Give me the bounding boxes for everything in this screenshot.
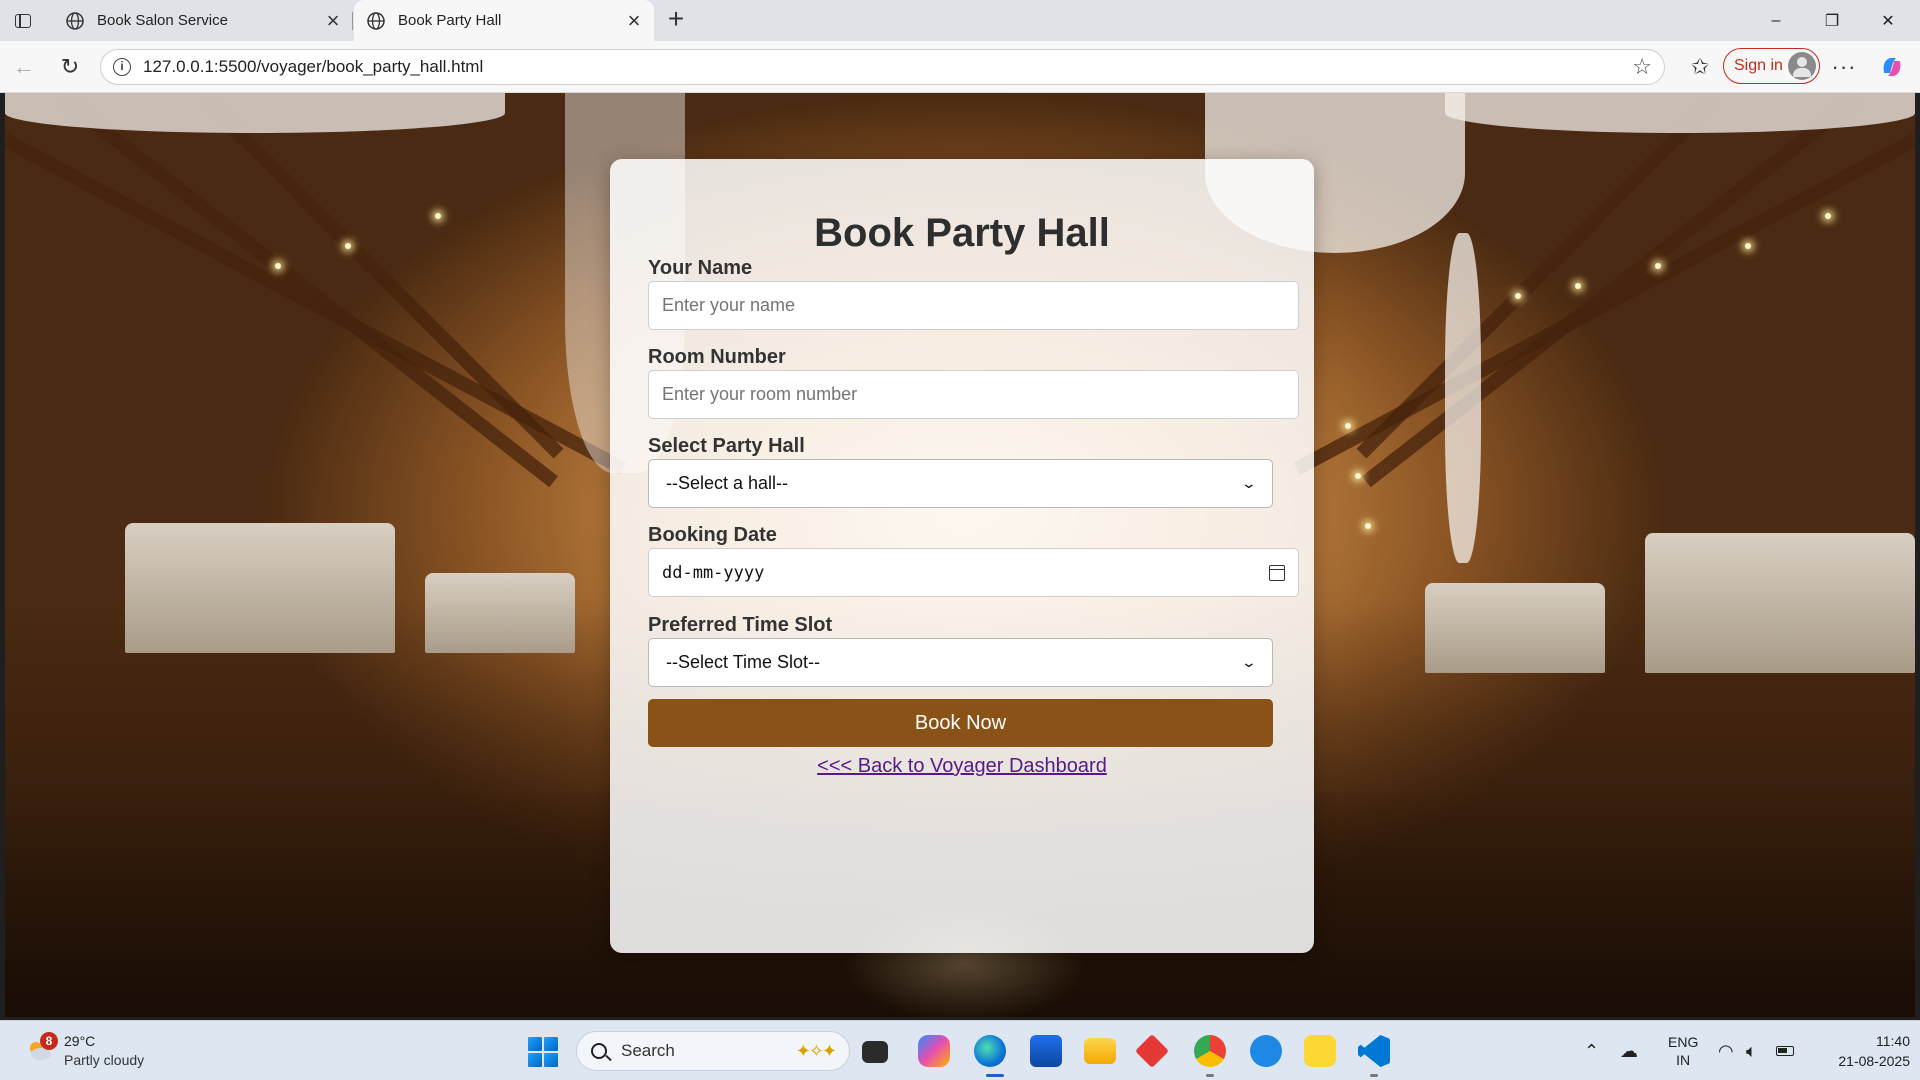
minimize-button[interactable]: – (1748, 0, 1804, 41)
refresh-icon[interactable]: ↻ (54, 51, 86, 83)
name-label: Your Name (648, 257, 753, 279)
maximize-button[interactable]: ❐ (1804, 0, 1860, 41)
sign-in-label: Sign in (1734, 57, 1783, 74)
file-explorer-icon[interactable] (1084, 1038, 1116, 1064)
globe-icon (66, 11, 84, 30)
search-label: Search (621, 1041, 675, 1060)
weather-temperature: 29°C (64, 1033, 96, 1049)
favorites-icon[interactable]: ✩ (1684, 51, 1716, 83)
calendar-icon[interactable] (1269, 564, 1285, 581)
tab-actions-icon[interactable] (12, 10, 36, 32)
battery-icon[interactable] (1776, 1021, 1794, 1080)
task-view-icon[interactable] (862, 1041, 888, 1063)
running-app-indicator (1370, 1074, 1378, 1077)
clock-date: 21-08-2025 (1838, 1053, 1910, 1069)
sparkle-icon: ✦✧✦ (795, 1040, 837, 1061)
weather-widget[interactable]: 8 29°C Partly cloudy (22, 1031, 182, 1071)
address-bar[interactable]: i 127.0.0.1:5500/voyager/book_party_hall… (100, 49, 1665, 85)
booking-form-card: Book Party Hall Your Name Enter your nam… (610, 159, 1314, 953)
chrome-icon[interactable] (1194, 1035, 1226, 1067)
language-indicator[interactable]: ENG IN (1668, 1021, 1698, 1080)
running-app-indicator (1206, 1074, 1214, 1077)
onedrive-icon[interactable]: ☁ (1620, 1021, 1638, 1080)
tab-separator (352, 12, 353, 30)
show-hidden-icons-chevron-icon[interactable]: ⌃ (1584, 1021, 1599, 1080)
app-red-icon[interactable] (1135, 1034, 1169, 1068)
time-slot-selected: --Select Time Slot-- (666, 652, 821, 672)
system-clock[interactable]: 11:40 21-08-2025 (1810, 1031, 1910, 1071)
new-tab-button[interactable]: + (662, 5, 690, 34)
edge-icon[interactable] (974, 1035, 1006, 1067)
language-line1: ENG (1668, 1034, 1699, 1050)
copilot-app-icon[interactable] (918, 1035, 950, 1067)
page-title: Book Party Hall (814, 211, 1110, 255)
back-to-dashboard-link[interactable]: <<< Back to Voyager Dashboard (610, 755, 1314, 778)
party-hall-label: Select Party Hall (648, 435, 805, 457)
search-icon (591, 1043, 607, 1059)
book-now-button[interactable]: Book Now (648, 699, 1273, 747)
clock-time: 11:40 (1876, 1033, 1910, 1049)
party-hall-select[interactable]: --Select a hall-- ⌄ (648, 459, 1273, 508)
booking-date-value: dd-mm-yyyy (662, 562, 765, 583)
language-line2: IN (1676, 1052, 1691, 1068)
volume-icon[interactable]: 🔈︎ (1746, 1021, 1757, 1080)
app-yellow-p-icon[interactable] (1304, 1035, 1336, 1067)
url-text: 127.0.0.1:5500/voyager/book_party_hall.h… (143, 57, 484, 76)
weather-condition: Partly cloudy (64, 1052, 145, 1068)
back-arrow-icon[interactable]: ← (8, 51, 40, 83)
room-number-label: Room Number (648, 346, 786, 368)
party-hall-selected: --Select a hall-- (666, 473, 789, 493)
close-window-button[interactable]: ✕ (1860, 0, 1916, 41)
copilot-icon[interactable] (1878, 53, 1906, 81)
name-input[interactable]: Enter your name (648, 281, 1299, 330)
name-placeholder: Enter your name (662, 295, 796, 315)
taskbar: 8 29°C Partly cloudy Search ✦✧✦ ⌃ ☁ ENG … (0, 1020, 1920, 1080)
start-button[interactable] (528, 1037, 558, 1067)
close-tab-icon[interactable]: × (319, 7, 347, 35)
store-icon[interactable] (1030, 1035, 1062, 1067)
booking-date-label: Booking Date (648, 524, 777, 546)
address-toolbar: ← ↻ i 127.0.0.1:5500/voyager/book_party_… (0, 41, 1920, 93)
taskbar-search[interactable]: Search ✦✧✦ (576, 1031, 850, 1071)
booking-date-input[interactable]: dd-mm-yyyy (648, 548, 1299, 597)
tab-book-party-hall[interactable]: Book Party Hall × (354, 0, 654, 41)
vscode-icon[interactable] (1358, 1035, 1390, 1067)
room-number-placeholder: Enter your room number (662, 384, 858, 404)
favorite-star-icon[interactable]: ☆ (1632, 54, 1652, 80)
weather-badge: 8 (40, 1032, 58, 1050)
tab-title: Book Salon Service (97, 12, 228, 29)
avatar-icon (1788, 52, 1816, 80)
active-app-indicator (986, 1074, 1004, 1077)
time-slot-select[interactable]: --Select Time Slot-- ⌄ (648, 638, 1273, 687)
browser-tab-bar: Book Salon Service × Book Party Hall × +… (0, 0, 1920, 41)
app-blue-icon[interactable] (1250, 1035, 1282, 1067)
close-tab-icon[interactable]: × (620, 7, 648, 35)
chevron-down-icon: ⌄ (1240, 475, 1258, 491)
sign-in-button[interactable]: Sign in (1723, 48, 1820, 84)
globe-icon (367, 11, 385, 30)
chevron-down-icon: ⌄ (1240, 654, 1258, 670)
site-info-icon[interactable]: i (113, 58, 131, 76)
tab-title: Book Party Hall (398, 12, 502, 29)
time-slot-label: Preferred Time Slot (648, 614, 833, 636)
more-options-icon[interactable]: ··· (1828, 51, 1860, 83)
room-number-input[interactable]: Enter your room number (648, 370, 1299, 419)
wifi-icon[interactable]: ◠ (1718, 1021, 1734, 1080)
tab-book-salon-service[interactable]: Book Salon Service × (53, 0, 353, 41)
page-viewport: Book Party Hall Your Name Enter your nam… (5, 93, 1915, 1017)
